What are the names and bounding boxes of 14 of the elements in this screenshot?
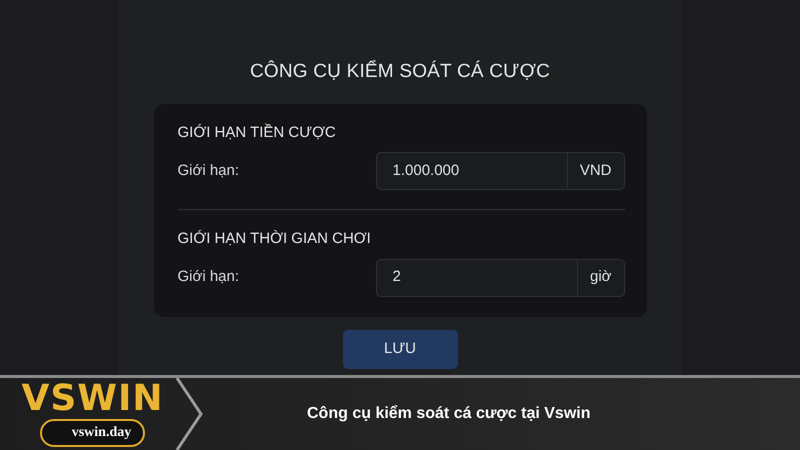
unit-label: VND — [568, 152, 624, 190]
caption-text: Công cụ kiểm soát cá cược tại Vswin — [307, 404, 590, 424]
page-title: CÔNG CỤ KIỂM SOÁT CÁ CƯỢC — [250, 59, 550, 84]
field-label: Giới hạn: — [178, 267, 240, 288]
unit-label: giờ — [578, 258, 624, 296]
input-field[interactable]: 1.000.000 — [376, 152, 568, 190]
input-field[interactable]: 2 — [376, 258, 578, 296]
field-label: Giới hạn: — [178, 160, 240, 181]
domain-badge: vswin.day — [40, 419, 146, 447]
section-heading: GIỚI HẠN TIỀN CƯỢC — [178, 122, 337, 142]
chevron-icon — [175, 378, 205, 450]
section-heading: GIỚI HẠN THỜI GIAN CHƠI — [178, 229, 372, 249]
save-button[interactable]: LƯU — [342, 330, 458, 368]
logo-text: VSWIN — [21, 381, 164, 417]
